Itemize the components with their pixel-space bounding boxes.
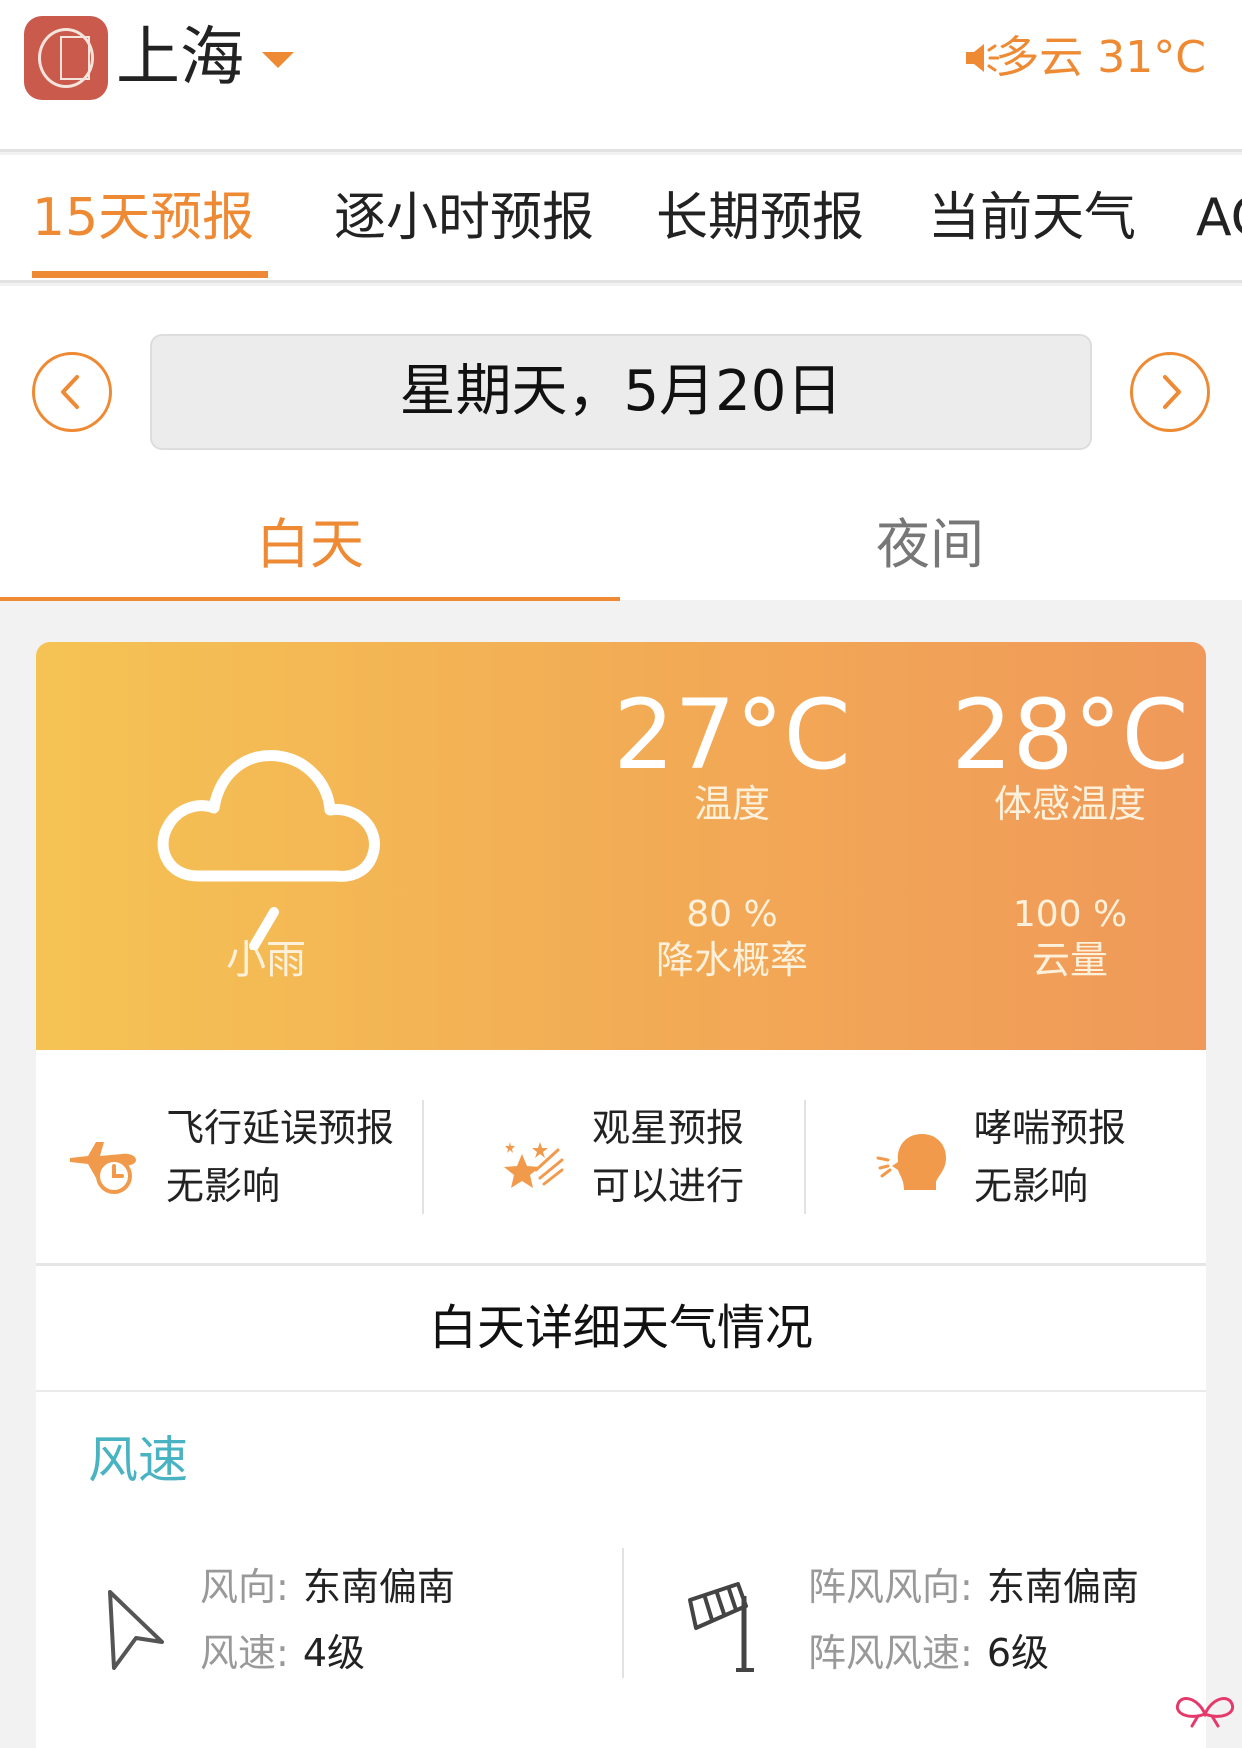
index-divider [804,1100,806,1214]
asthma-value: 无影响 [974,1164,1089,1208]
wind-speed-value: 4级 [302,1631,365,1675]
date-selector: 星期天，5月20日 白天 夜间 [0,286,1242,601]
temperature-label: 温度 [693,782,770,826]
feels-like-label: 体感温度 [993,782,1146,826]
app-logo[interactable] [24,16,108,100]
tab-15-day[interactable]: 15天预报 [32,185,254,251]
current-weather[interactable]: 多云 31°C [995,30,1206,86]
flight-delay-value: 无影响 [166,1164,281,1208]
chevron-left-icon [61,375,79,409]
gust-direction-row: 阵风风向: 东南偏南 [808,1562,1139,1612]
city-dropdown-icon[interactable] [262,52,294,68]
wind-detail: 风速 风向: 东南偏南 风速: 4级 阵风风向: 东南偏南 阵风风速: 6级 [36,1392,1206,1748]
detail-section-title: 白天详细天气情况 [36,1266,1206,1392]
tab-aqi[interactable]: AQ [1196,185,1242,251]
cloud-cover-label: 云量 [1031,938,1108,982]
gust-speed-value: 6级 [986,1631,1049,1675]
stargazing-value: 可以进行 [592,1164,745,1208]
wind-direction-label: 风向: [200,1565,289,1609]
selected-date[interactable]: 星期天，5月20日 [150,334,1092,450]
tab-hourly[interactable]: 逐小时预报 [334,185,594,251]
wind-speed-label: 风速: [200,1631,289,1675]
shooting-star-icon [504,1142,564,1188]
condition-label: 小雨 [226,937,306,983]
face-breath-icon [876,1134,946,1190]
stargazing-title: 观星预报 [592,1106,745,1150]
tab-nighttime[interactable]: 夜间 [620,510,1240,580]
precip-value: 80 % [686,894,778,935]
wind-section-label: 风速 [88,1431,188,1489]
wind-direction-value: 东南偏南 [302,1565,455,1609]
app-header: 上海 多云 31°C [0,0,1242,152]
watermark-logo-icon [1175,1697,1235,1728]
daytime-indicator [0,597,620,601]
feels-like-value: 28°C [951,679,1189,791]
gust-direction-value: 东南偏南 [986,1565,1139,1609]
tab-long-term[interactable]: 长期预报 [656,185,864,251]
flight-delay-title: 飞行延误预报 [166,1106,395,1150]
wind-direction-row: 风向: 东南偏南 [200,1562,455,1612]
tab-daytime[interactable]: 白天 [0,510,620,580]
chevron-right-icon [1163,375,1181,409]
cloud-cover-value: 100 % [1012,894,1128,935]
gust-direction-label: 阵风风向: [808,1565,973,1609]
city-name[interactable]: 上海 [116,18,244,98]
gust-speed-row: 阵风风速: 6级 [808,1628,1049,1678]
windsock-icon [688,1582,754,1672]
active-tab-indicator [32,271,268,278]
prev-day-button[interactable] [32,352,112,432]
forecast-tabs: 15天预报 逐小时预报 长期预报 当前天气 AQ [0,155,1242,283]
logo-stamp [60,36,90,80]
temperature-value: 27°C [613,679,851,791]
light-rain-icon [157,749,380,950]
next-day-button[interactable] [1130,352,1210,432]
wind-divider [622,1548,624,1678]
forecast-indices: 飞行延误预报 无影响 观星预报 可以进行 哮喘预报 无影响 [36,1050,1206,1266]
airplane-clock-icon [70,1142,136,1194]
weather-summary-card: 小雨 27°C 温度 28°C 体感温度 80 % 降水概率 100 % 云量 [36,642,1206,1050]
wind-speed-row: 风速: 4级 [200,1628,365,1678]
tab-current[interactable]: 当前天气 [928,185,1136,251]
index-divider [422,1100,424,1214]
precip-label: 降水概率 [655,938,808,982]
wind-direction-arrow-icon [108,1590,164,1670]
gust-speed-label: 阵风风速: [808,1631,973,1675]
asthma-title: 哮喘预报 [974,1106,1127,1150]
